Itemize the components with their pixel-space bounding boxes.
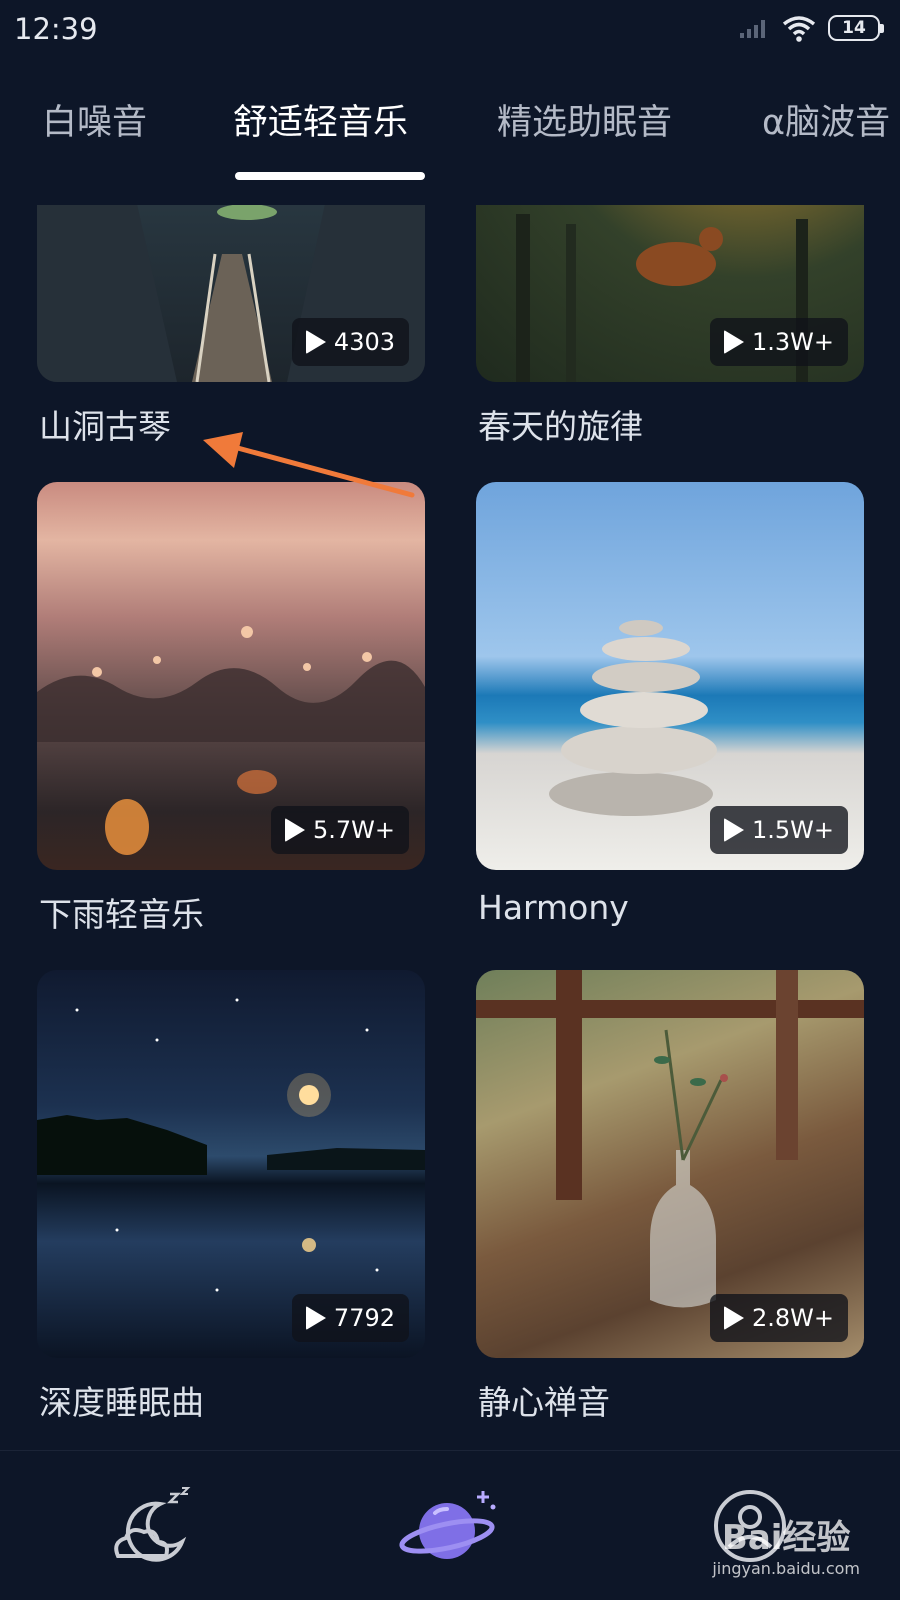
- play-icon: [723, 1306, 744, 1330]
- play-count: 2.8W+: [751, 1304, 834, 1332]
- baidu-jingyan-watermark: Bai经验 jingyan.baidu.com: [712, 1510, 860, 1578]
- tab-selected-sleep-sounds[interactable]: 精选助眠音: [497, 94, 672, 145]
- card-title: 春天的旋律: [478, 407, 643, 446]
- card-title: 山洞古琴: [39, 407, 171, 446]
- play-icon: [305, 330, 326, 354]
- play-icon: [723, 330, 744, 354]
- play-count: 7792: [333, 1304, 395, 1332]
- card-thumbnail: 1.5W+: [476, 482, 864, 870]
- card-thumbnail: 2.8W+: [476, 970, 864, 1358]
- card-title: Harmony: [478, 888, 629, 927]
- play-count: 4303: [333, 328, 395, 356]
- wifi-icon: [782, 16, 816, 42]
- play-count-badge: 4303: [291, 318, 409, 366]
- music-card[interactable]: 5.7W+ 下雨轻音乐: [37, 482, 425, 934]
- card-thumbnail: 1.3W+: [476, 205, 864, 382]
- status-time: 12:39: [14, 12, 98, 46]
- battery-icon: 14: [828, 15, 884, 41]
- tab-alpha-waves[interactable]: α脑波音: [762, 94, 890, 145]
- music-card[interactable]: 2.8W+ 静心禅音: [476, 970, 864, 1422]
- tab-light-music[interactable]: 舒适轻音乐: [233, 94, 408, 145]
- music-card[interactable]: 7792 深度睡眠曲: [37, 970, 425, 1422]
- music-card-grid: 4303 山洞古琴 1.3W+ 春天的旋律 5.7W+ 下雨轻音乐 1.5W+ …: [0, 205, 900, 1450]
- cellular-signal-icon: [740, 20, 765, 38]
- status-icons: 14: [738, 14, 884, 42]
- card-thumbnail: 4303: [37, 205, 425, 382]
- play-icon: [723, 818, 744, 842]
- play-count-badge: 1.5W+: [709, 806, 848, 854]
- moon-sleep-icon: [114, 1487, 191, 1562]
- watermark-sub: jingyan.baidu.com: [712, 1559, 860, 1578]
- card-title: 深度睡眠曲: [39, 1383, 204, 1422]
- card-title: 静心禅音: [478, 1383, 610, 1422]
- card-title: 下雨轻音乐: [39, 895, 204, 934]
- planet-icon: [399, 1491, 496, 1559]
- play-count-badge: 5.7W+: [270, 806, 409, 854]
- watermark-main: Bai经验: [721, 1518, 851, 1558]
- nav-discover[interactable]: [300, 1451, 600, 1600]
- status-bar: 12:39 14: [0, 0, 900, 64]
- nav-sleep[interactable]: [0, 1451, 300, 1600]
- tab-white-noise[interactable]: 白噪音: [42, 94, 147, 145]
- play-count-badge: 1.3W+: [709, 318, 848, 366]
- card-thumbnail: 5.7W+: [37, 482, 425, 870]
- music-card[interactable]: 4303 山洞古琴: [37, 205, 425, 446]
- play-count: 1.3W+: [751, 328, 834, 356]
- play-count: 1.5W+: [751, 816, 834, 844]
- card-thumbnail: 7792: [37, 970, 425, 1358]
- play-count: 5.7W+: [312, 816, 395, 844]
- play-count-badge: 2.8W+: [709, 1294, 848, 1342]
- battery-level: 14: [842, 18, 866, 38]
- music-card[interactable]: 1.3W+ 春天的旋律: [476, 205, 864, 446]
- music-card[interactable]: 1.5W+ Harmony: [476, 482, 864, 927]
- play-count-badge: 7792: [291, 1294, 409, 1342]
- active-tab-indicator: [235, 172, 425, 180]
- category-tabs: 白噪音 舒适轻音乐 精选助眠音 α脑波音: [0, 64, 900, 180]
- play-icon: [284, 818, 305, 842]
- play-icon: [305, 1306, 326, 1330]
